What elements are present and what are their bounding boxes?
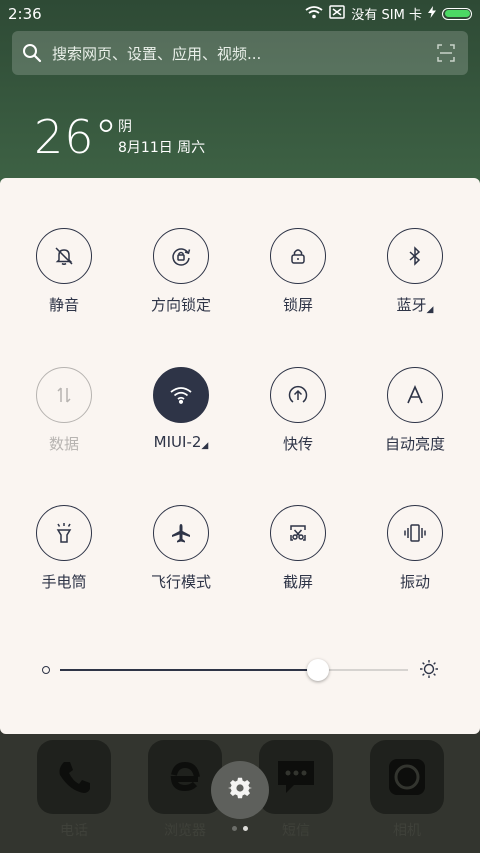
dock-label: 浏览器 — [164, 823, 206, 839]
camera-icon — [370, 740, 444, 814]
toggle-mobile-data[interactable]: 数据 — [16, 367, 112, 454]
page-dot-active — [243, 826, 248, 831]
toggle-label: 静音 — [48, 296, 79, 314]
dock-label: 相机 — [393, 823, 421, 839]
dock-phone[interactable]: 电话 — [34, 740, 114, 840]
toggle-label: 振动 — [399, 573, 430, 591]
search-icon — [12, 43, 52, 63]
brightness-slider[interactable] — [40, 652, 440, 688]
dock-camera[interactable]: 相机 — [367, 740, 447, 840]
search-placeholder: 搜索网页、设置、应用、视频... — [52, 44, 262, 63]
gear-icon — [228, 776, 252, 804]
phone-icon — [37, 740, 111, 814]
status-bar: 2:36 没有 SIM 卡 — [0, 0, 480, 28]
toggle-label: 蓝牙◢ — [396, 296, 434, 315]
toggle-label: 截屏 — [282, 573, 313, 591]
mobile-data-icon — [36, 367, 92, 423]
wallpaper — [0, 0, 480, 200]
weather-condition: 阴 — [118, 119, 132, 135]
toggle-label: 方向锁定 — [150, 296, 211, 314]
quick-transfer-icon — [270, 367, 326, 423]
lock-icon — [270, 228, 326, 284]
toggle-flashlight[interactable]: 手电筒 — [16, 505, 112, 592]
carrier-text: 没有 SIM 卡 — [351, 8, 422, 23]
charging-icon — [428, 5, 436, 22]
silent-bell-icon — [36, 228, 92, 284]
toggle-vibrate[interactable]: 振动 — [367, 505, 463, 592]
settings-button[interactable] — [211, 761, 269, 819]
toggle-quick-transfer[interactable]: 快传 — [250, 367, 346, 454]
weather-temperature: 26° — [34, 110, 119, 164]
toggle-auto-brightness[interactable]: 自动亮度 — [367, 367, 463, 454]
page-dot — [232, 826, 237, 831]
toggle-airplane[interactable]: 飞行模式 — [133, 505, 229, 592]
no-sim-icon — [329, 4, 346, 23]
toggle-label: 快传 — [282, 435, 313, 453]
auto-brightness-icon — [387, 367, 443, 423]
screenshot-icon — [270, 505, 326, 561]
slider-thumb[interactable] — [306, 659, 329, 681]
toggle-wifi[interactable]: MIUI-2◢ — [133, 367, 229, 451]
sms-icon — [259, 740, 333, 814]
vibrate-icon — [387, 505, 443, 561]
more-indicator: ◢ — [201, 441, 209, 451]
page-indicator — [232, 826, 248, 831]
flashlight-icon — [36, 505, 92, 561]
toggle-lock-screen[interactable]: 锁屏 — [250, 228, 346, 315]
toggle-screenshot[interactable]: 截屏 — [250, 505, 346, 592]
bluetooth-icon — [387, 228, 443, 284]
wifi-icon — [153, 367, 209, 423]
airplane-icon — [153, 505, 209, 561]
scan-icon[interactable] — [424, 44, 468, 62]
toggle-label: 锁屏 — [282, 296, 313, 314]
brightness-low-icon — [42, 666, 50, 674]
dock-label: 电话 — [60, 823, 88, 839]
toggle-bluetooth[interactable]: 蓝牙◢ — [367, 228, 463, 315]
slider-fill — [60, 669, 318, 671]
rotation-lock-icon — [153, 228, 209, 284]
toggle-rotation-lock[interactable]: 方向锁定 — [133, 228, 229, 315]
battery-icon — [442, 7, 472, 20]
search-bar[interactable]: 搜索网页、设置、应用、视频... — [12, 31, 468, 75]
dock-label: 短信 — [282, 823, 310, 839]
wifi-icon — [305, 5, 323, 23]
weather-date: 8月11日 周六 — [118, 140, 206, 156]
toggle-label: 自动亮度 — [384, 435, 445, 453]
browser-icon — [148, 740, 222, 814]
toggle-label: MIUI-2◢ — [153, 433, 209, 451]
toggle-label: 数据 — [48, 435, 79, 453]
brightness-high-icon — [418, 658, 440, 684]
toggle-label: 手电筒 — [41, 573, 87, 591]
toggle-label: 飞行模式 — [150, 573, 211, 591]
status-time: 2:36 — [8, 5, 42, 23]
toggle-silent[interactable]: 静音 — [16, 228, 112, 315]
more-indicator: ◢ — [426, 305, 434, 315]
